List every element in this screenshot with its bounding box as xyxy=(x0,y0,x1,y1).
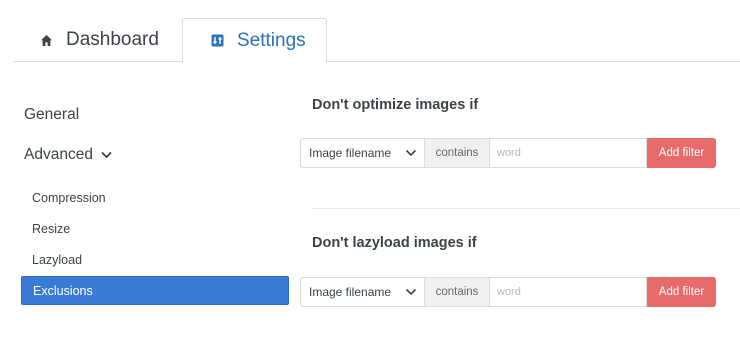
tab-dashboard-label: Dashboard xyxy=(66,29,159,50)
settings-icon xyxy=(209,33,225,49)
add-filter-button[interactable]: Add filter xyxy=(647,277,716,307)
sidebar-item-label: Advanced xyxy=(24,146,93,163)
sidebar-item-advanced[interactable]: Advanced xyxy=(24,146,112,164)
tab-bar: Dashboard Settings xyxy=(13,18,740,63)
sidebar-item-resize[interactable]: Resize xyxy=(21,214,289,243)
section-title-optimize: Don't optimize images if xyxy=(312,97,479,113)
chevron-down-icon xyxy=(405,286,417,298)
section-title-lazyload: Don't lazyload images if xyxy=(312,235,477,251)
sidebar-item-general[interactable]: General xyxy=(24,106,79,124)
sidebar-item-label: General xyxy=(24,106,80,123)
filter-type-select[interactable]: Image filename xyxy=(300,138,425,168)
sidebar-item-compression[interactable]: Compression xyxy=(21,183,289,212)
operator-label: contains xyxy=(425,138,489,168)
tab-settings-label: Settings xyxy=(237,29,306,51)
sidebar-item-exclusions[interactable]: Exclusions xyxy=(21,276,289,305)
sidebar-item-label: Lazyload xyxy=(32,252,83,267)
add-filter-button[interactable]: Add filter xyxy=(647,138,716,168)
sidebar-item-lazyload[interactable]: Lazyload xyxy=(21,245,289,274)
filter-type-select[interactable]: Image filename xyxy=(300,277,425,307)
sidebar-item-label: Resize xyxy=(32,221,71,236)
tab-settings[interactable]: Settings xyxy=(182,18,327,63)
select-value: Image filename xyxy=(309,285,392,299)
operator-label: contains xyxy=(425,277,489,307)
section-divider xyxy=(312,208,740,209)
sidebar-item-label: Exclusions xyxy=(33,283,93,298)
filter-word-input[interactable] xyxy=(489,138,647,168)
filter-word-input[interactable] xyxy=(489,277,647,307)
home-icon xyxy=(38,32,54,48)
tab-dashboard[interactable]: Dashboard xyxy=(13,18,183,62)
chevron-down-icon xyxy=(405,147,417,159)
filter-row-lazyload: Image filename contains Add filter xyxy=(300,277,716,307)
select-value: Image filename xyxy=(309,146,392,160)
filter-row-optimize: Image filename contains Add filter xyxy=(300,138,716,168)
chevron-down-icon xyxy=(101,151,112,159)
sidebar-item-label: Compression xyxy=(32,190,106,205)
